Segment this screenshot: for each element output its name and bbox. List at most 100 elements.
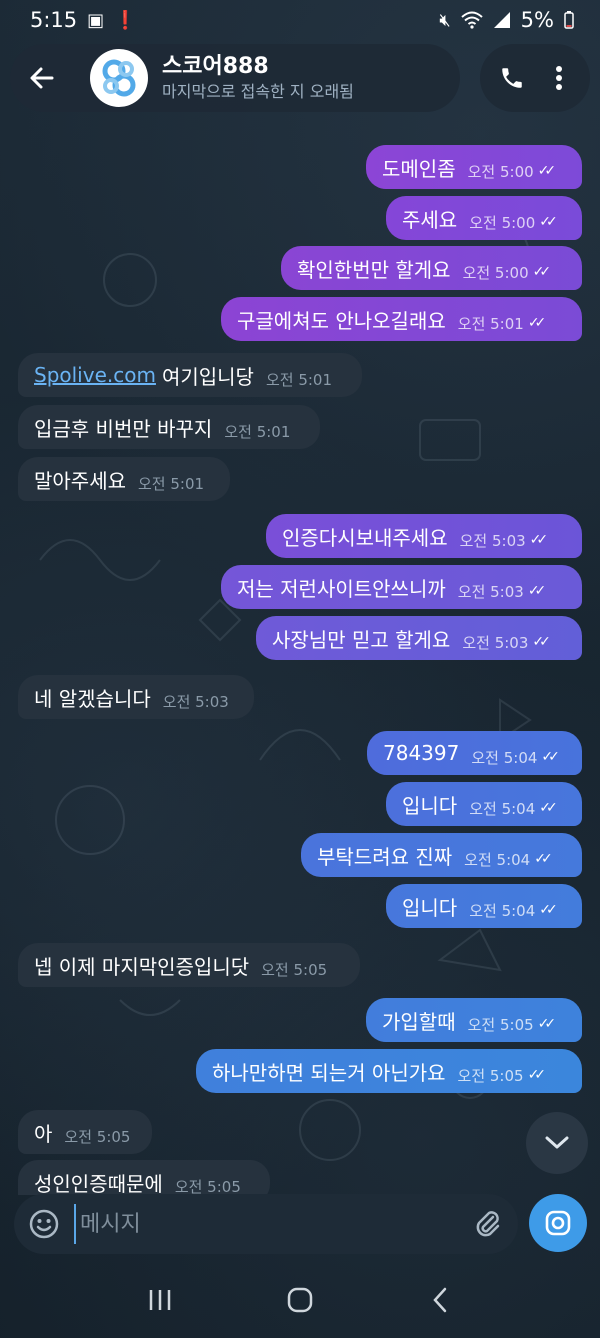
camera-button[interactable] bbox=[529, 1194, 587, 1252]
message-link[interactable]: Spolive.com bbox=[34, 363, 156, 387]
message-text: 구글에쳐도 안나오길래요 bbox=[237, 308, 446, 333]
outgoing-message[interactable]: 입니다 오전 5:04 ✓✓ bbox=[386, 884, 582, 928]
incoming-message[interactable]: 입금후 비번만 바꾸지 오전 5:01 bbox=[18, 405, 320, 449]
emoji-button[interactable] bbox=[14, 1194, 74, 1254]
read-receipt-icon: ✓✓ bbox=[532, 264, 552, 280]
read-receipt-icon: ✓✓ bbox=[537, 1016, 557, 1032]
nav-back-icon bbox=[433, 1287, 447, 1313]
signal-icon bbox=[493, 12, 510, 28]
logo-icon bbox=[102, 59, 136, 97]
message-time: 오전 5:03 bbox=[459, 531, 526, 550]
message-time: 오전 5:00 bbox=[469, 213, 536, 232]
message-time: 오전 5:03 bbox=[457, 582, 524, 601]
message-time: 오전 5:04 bbox=[464, 850, 531, 869]
phone-icon bbox=[501, 68, 522, 88]
outgoing-message[interactable]: 도메인좀 오전 5:00 ✓✓ bbox=[366, 145, 582, 189]
chat-last-seen: 마지막으로 접속한 지 오래됨 bbox=[162, 82, 354, 101]
read-receipt-icon: ✓✓ bbox=[539, 902, 558, 918]
recents-icon bbox=[149, 1290, 171, 1310]
read-receipt-icon: ✓✓ bbox=[541, 749, 560, 765]
message-time: 오전 5:04 bbox=[471, 748, 538, 767]
status-bar: 5:15 ▣ ❗ 🔇︎ 5% bbox=[0, 0, 600, 40]
message-time: 오전 5:03 bbox=[462, 633, 529, 652]
message-text: 주세요 bbox=[402, 207, 458, 232]
outgoing-message[interactable]: 확인한번만 할게요 오전 5:00 ✓✓ bbox=[281, 246, 582, 290]
chat-title-bar[interactable]: 스코어888 마지막으로 접속한 지 오래됨 bbox=[10, 44, 460, 112]
back-button[interactable] bbox=[10, 46, 74, 110]
recents-button[interactable] bbox=[130, 1270, 190, 1330]
message-text: 가입할때 bbox=[382, 1009, 456, 1034]
system-nav-bar bbox=[0, 1262, 600, 1338]
wifi-icon bbox=[461, 11, 483, 29]
message-time: 오전 5:01 bbox=[457, 314, 524, 333]
message-text: 도메인좀 bbox=[382, 156, 456, 181]
home-button[interactable] bbox=[270, 1270, 330, 1330]
message-text: 784397 bbox=[383, 741, 460, 765]
message-text: 여기입니당 bbox=[161, 364, 254, 389]
message-text: 말아주세요 bbox=[34, 468, 126, 493]
message-time: 오전 5:04 bbox=[469, 799, 536, 818]
outgoing-message[interactable]: 입니다 오전 5:04 ✓✓ bbox=[386, 782, 582, 826]
nav-back-button[interactable] bbox=[410, 1270, 470, 1330]
arrow-left-icon bbox=[30, 67, 54, 89]
message-time: 오전 5:05 bbox=[457, 1066, 524, 1085]
message-text: 입니다 bbox=[402, 793, 458, 818]
outgoing-message[interactable]: 하나만하면 되는거 아닌가요 오전 5:05 ✓✓ bbox=[196, 1049, 582, 1093]
incoming-message[interactable]: Spolive.com 여기입니당 오전 5:01 bbox=[18, 353, 362, 397]
read-receipt-icon: ✓✓ bbox=[527, 583, 547, 599]
message-text: 인증다시보내주세요 bbox=[282, 525, 448, 550]
header-actions bbox=[480, 44, 590, 112]
paperclip-icon bbox=[476, 1211, 500, 1237]
outgoing-message[interactable]: 784397 오전 5:04 ✓✓ bbox=[367, 731, 582, 775]
message-text: 입금후 비번만 바꾸지 bbox=[34, 416, 213, 441]
message-time: 오전 5:01 bbox=[265, 370, 333, 389]
more-button[interactable] bbox=[537, 56, 581, 100]
message-text: 입니다 bbox=[402, 895, 458, 920]
message-text: 저는 저런사이트안쓰니까 bbox=[237, 576, 446, 601]
read-receipt-icon: ✓✓ bbox=[532, 634, 551, 650]
call-button[interactable] bbox=[490, 56, 534, 100]
message-time: 오전 5:01 bbox=[138, 474, 205, 493]
read-receipt-icon: ✓✓ bbox=[534, 851, 553, 867]
message-text: 아 bbox=[34, 1121, 53, 1146]
outgoing-message[interactable]: 구글에쳐도 안나오길래요 오전 5:01 ✓✓ bbox=[221, 297, 582, 341]
camera-icon bbox=[545, 1210, 571, 1236]
chevron-down-icon bbox=[545, 1136, 569, 1149]
incoming-message[interactable]: 말아주세요 오전 5:01 bbox=[18, 457, 230, 501]
outgoing-message[interactable]: 가입할때 오전 5:05 ✓✓ bbox=[366, 998, 582, 1042]
incoming-message[interactable]: 넵 이제 마지막인증입니닷 오전 5:05 bbox=[18, 943, 360, 987]
status-time: 5:15 bbox=[30, 8, 78, 32]
more-vertical-icon bbox=[555, 66, 562, 90]
message-text: 네 알겠습니다 bbox=[34, 686, 151, 711]
incoming-message[interactable]: 네 알겠습니다 오전 5:03 bbox=[18, 675, 254, 719]
message-list[interactable]: 도메인좀 오전 5:00 ✓✓ 주세요 오전 5:00 ✓✓ 확인한번만 할게요 오전 5:0… bbox=[0, 0, 600, 1195]
message-time: 오전 5:05 bbox=[261, 960, 328, 979]
outgoing-message[interactable]: 부탁드려요 진짜 오전 5:04 ✓✓ bbox=[301, 833, 582, 877]
battery-level: 5% bbox=[520, 8, 554, 32]
emoji-icon bbox=[29, 1209, 59, 1239]
chat-header: 스코어888 마지막으로 접속한 지 오래됨 bbox=[10, 44, 590, 112]
incoming-message[interactable]: 아 오전 5:05 bbox=[18, 1110, 152, 1154]
image-icon: ▣ bbox=[87, 9, 105, 31]
outgoing-message[interactable]: 인증다시보내주세요 오전 5:03 ✓✓ bbox=[266, 514, 582, 558]
message-text: 사장님만 믿고 할게요 bbox=[272, 627, 451, 652]
message-time: 오전 5:05 bbox=[174, 1177, 241, 1196]
read-receipt-icon: ✓✓ bbox=[539, 214, 558, 230]
read-receipt-icon: ✓✓ bbox=[527, 1067, 547, 1083]
message-text: 성인인증때문에 bbox=[34, 1171, 163, 1196]
message-time: 오전 5:04 bbox=[469, 901, 536, 920]
message-input[interactable] bbox=[74, 1204, 458, 1244]
avatar[interactable] bbox=[90, 49, 148, 107]
alert-icon: ❗ bbox=[114, 9, 137, 31]
incoming-message[interactable]: 성인인증때문에 오전 5:05 bbox=[18, 1160, 270, 1195]
message-time: 오전 5:05 bbox=[467, 1015, 534, 1034]
outgoing-message[interactable]: 주세요 오전 5:00 ✓✓ bbox=[386, 196, 582, 240]
message-time: 오전 5:05 bbox=[64, 1127, 131, 1146]
outgoing-message[interactable]: 저는 저런사이트안쓰니까 오전 5:03 ✓✓ bbox=[221, 565, 582, 609]
scroll-down-button[interactable] bbox=[526, 1112, 588, 1174]
message-time: 오전 5:00 bbox=[467, 162, 534, 181]
message-composer bbox=[14, 1194, 518, 1254]
attach-button[interactable] bbox=[458, 1194, 518, 1254]
outgoing-message[interactable]: 사장님만 믿고 할게요 오전 5:03 ✓✓ bbox=[256, 616, 582, 660]
chat-title: 스코어888 bbox=[162, 54, 269, 79]
